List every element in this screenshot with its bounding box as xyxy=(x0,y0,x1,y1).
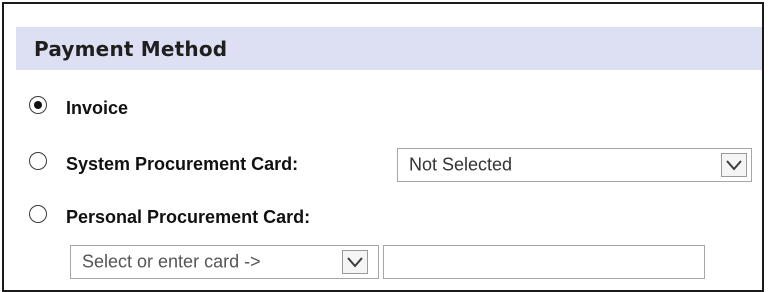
system-card-dropdown-button[interactable] xyxy=(721,153,747,177)
system-procurement-card-radio[interactable] xyxy=(29,152,47,170)
system-procurement-card-label[interactable]: System Procurement Card: xyxy=(66,154,298,175)
system-procurement-card-select[interactable]: Not Selected xyxy=(397,148,752,182)
payment-method-header: Payment Method xyxy=(16,27,762,70)
personal-procurement-card-label[interactable]: Personal Procurement Card: xyxy=(66,207,310,228)
personal-card-number-input[interactable] xyxy=(383,245,705,279)
system-procurement-card-select-value: Not Selected xyxy=(409,154,513,175)
personal-procurement-card-radio[interactable] xyxy=(29,205,47,223)
personal-procurement-card-select[interactable]: Select or enter card -> xyxy=(70,245,379,279)
chevron-down-icon xyxy=(347,257,363,268)
payment-method-title: Payment Method xyxy=(34,37,228,61)
radio-selected-dot xyxy=(34,101,42,109)
invoice-radio[interactable] xyxy=(29,96,47,114)
personal-procurement-card-select-value: Select or enter card -> xyxy=(82,251,261,272)
personal-card-dropdown-button[interactable] xyxy=(342,250,368,274)
chevron-down-icon xyxy=(726,160,742,171)
invoice-label[interactable]: Invoice xyxy=(66,98,128,119)
